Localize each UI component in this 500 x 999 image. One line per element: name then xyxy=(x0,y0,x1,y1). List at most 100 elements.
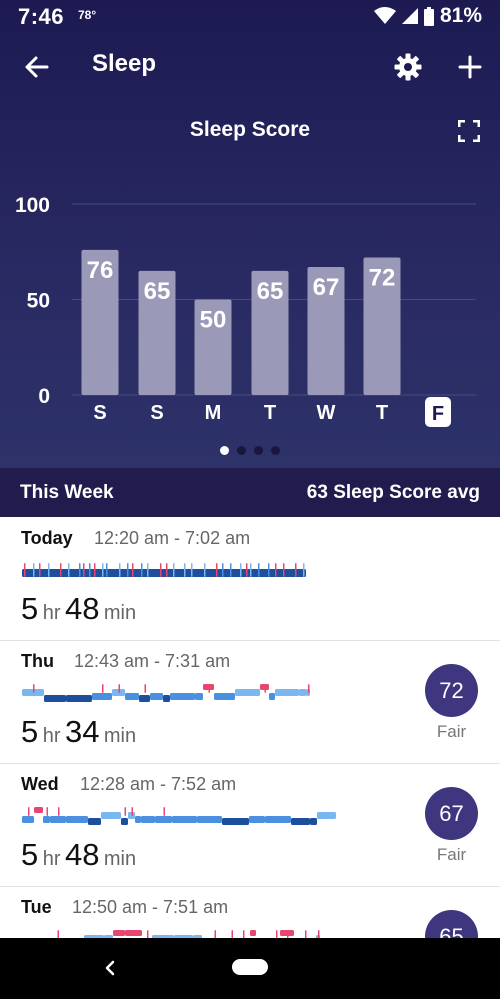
sleep-score-badge: 65 xyxy=(425,910,478,938)
sleep-stage-tick xyxy=(124,807,126,816)
sleep-stage-tick xyxy=(83,563,85,577)
sleep-stage-tick xyxy=(147,563,149,577)
sleep-stage-segment xyxy=(163,695,170,702)
sleep-stage-segment xyxy=(125,930,142,936)
sleep-stage-tick xyxy=(287,930,289,938)
sleep-stage-tick xyxy=(268,563,270,577)
battery-percent: 81% xyxy=(439,4,482,27)
entry-time-range: 12:43 am - 7:31 am xyxy=(74,651,231,671)
y-tick-label: 0 xyxy=(38,385,50,408)
sleep-stage-tick xyxy=(57,930,59,938)
sleep-stage-segment xyxy=(22,569,306,577)
cell-signal-icon xyxy=(401,8,418,24)
sleep-stage-segment xyxy=(101,812,121,819)
bar-value-label: 72 xyxy=(369,264,396,291)
duration-hours: 5 xyxy=(21,837,39,872)
sleep-stage-tick xyxy=(305,930,307,938)
sleep-score-grade: Fair xyxy=(436,845,467,864)
sleep-entry-row[interactable]: Today 12:20 am - 7:02 am 5 hr 48 min xyxy=(0,517,500,641)
x-tick-label: S xyxy=(93,402,106,424)
sleep-stage-segment xyxy=(113,930,125,936)
entry-time-range: 12:20 am - 7:02 am xyxy=(94,528,251,548)
x-tick-label: T xyxy=(376,402,388,424)
page-dot xyxy=(271,446,280,455)
sleep-stage-segment xyxy=(121,818,128,825)
x-tick-label: F xyxy=(432,403,444,425)
plus-icon[interactable] xyxy=(455,52,485,82)
sleep-stage-segment xyxy=(139,695,150,702)
duration-minutes: 34 xyxy=(64,714,100,749)
sleep-entry-row[interactable]: Tue 12:50 am - 7:51 am 65 xyxy=(0,886,500,938)
sleep-entry-row[interactable]: Thu 12:43 am - 7:31 am 5 hr 34 min 72 Fa… xyxy=(0,640,500,764)
fullscreen-icon[interactable] xyxy=(458,120,480,142)
arrow-left-icon[interactable] xyxy=(22,52,52,82)
sleep-stage-segment xyxy=(22,816,34,823)
sleep-stage-segment xyxy=(250,930,256,936)
sleep-stage-tick xyxy=(204,563,206,577)
x-tick-label: W xyxy=(317,402,336,424)
sleep-stage-segment xyxy=(170,693,195,700)
y-tick-label: 100 xyxy=(15,194,50,217)
entry-duration: 5 hr 48 min xyxy=(21,591,136,627)
sleep-stage-tick xyxy=(191,563,193,577)
gear-icon[interactable] xyxy=(393,52,423,82)
sleep-stage-segment xyxy=(43,816,50,823)
wifi-icon xyxy=(373,7,396,24)
sleep-stage-tick xyxy=(222,563,224,577)
page-indicator xyxy=(0,446,500,455)
system-navigation-bar xyxy=(0,938,500,999)
sleep-stage-tick xyxy=(24,563,26,577)
bar-value-label: 65 xyxy=(144,278,171,305)
entry-time-range: 12:28 am - 7:52 am xyxy=(80,774,237,794)
duration-hours: 5 xyxy=(21,591,39,626)
bar-value-label: 65 xyxy=(257,278,284,305)
nav-back-icon[interactable] xyxy=(100,956,120,980)
sleep-stage-tick xyxy=(283,563,285,577)
sleep-stage-tick xyxy=(208,684,210,693)
sleep-log-list[interactable]: Today 12:20 am - 7:02 am 5 hr 48 min Thu… xyxy=(0,517,500,938)
sleep-stage-tick xyxy=(163,807,165,816)
sleep-stage-segment xyxy=(235,689,260,696)
sleep-stages-graph xyxy=(22,807,336,825)
entry-duration: 5 hr 48 min xyxy=(21,837,136,873)
sleep-stage-tick xyxy=(318,930,320,938)
x-tick-label: T xyxy=(264,402,276,424)
duration-hours: 5 xyxy=(21,714,39,749)
week-summary-bar: This Week 63 Sleep Score avg xyxy=(0,468,500,517)
sleep-stage-tick xyxy=(160,563,162,577)
sleep-stage-tick xyxy=(295,563,297,577)
sleep-stage-tick xyxy=(230,563,232,577)
sleep-stage-segment xyxy=(222,818,249,825)
duration-hours-unit: hr xyxy=(42,725,61,747)
duration-minutes: 48 xyxy=(64,837,100,872)
duration-hours-unit: hr xyxy=(42,602,61,624)
sleep-stage-segment xyxy=(125,693,139,700)
sleep-stage-tick xyxy=(79,563,81,577)
sleep-stage-tick xyxy=(276,930,278,938)
page-title: Sleep xyxy=(92,50,157,77)
sleep-stage-segment xyxy=(88,818,101,825)
sleep-stage-tick xyxy=(308,684,310,693)
sleep-stage-segment xyxy=(195,693,203,700)
sleep-entry-row[interactable]: Wed 12:28 am - 7:52 am 5 hr 48 min 67 Fa… xyxy=(0,763,500,887)
sleep-stage-tick xyxy=(147,930,149,938)
sleep-stages-graph xyxy=(22,563,306,577)
sleep-stage-segment xyxy=(269,693,275,700)
entry-time-range: 12:50 am - 7:51 am xyxy=(72,897,229,917)
sleep-stage-tick xyxy=(141,563,143,577)
sleep-stage-tick xyxy=(102,563,104,577)
sleep-stage-tick xyxy=(119,563,121,577)
sleep-score-badge: 72 xyxy=(425,664,478,717)
battery-icon xyxy=(423,6,434,26)
entry-day: Today xyxy=(21,528,73,548)
sleep-stage-tick xyxy=(28,807,30,816)
nav-home-pill[interactable] xyxy=(232,959,268,975)
sleep-stage-segment xyxy=(92,693,112,700)
duration-minutes: 48 xyxy=(64,591,100,626)
duration-minutes-unit: min xyxy=(103,725,137,747)
sleep-stage-tick xyxy=(250,563,252,577)
sleep-stage-tick xyxy=(243,930,245,938)
page-dot xyxy=(254,446,263,455)
entry-day: Thu xyxy=(21,651,54,671)
sleep-stage-tick xyxy=(132,563,134,577)
